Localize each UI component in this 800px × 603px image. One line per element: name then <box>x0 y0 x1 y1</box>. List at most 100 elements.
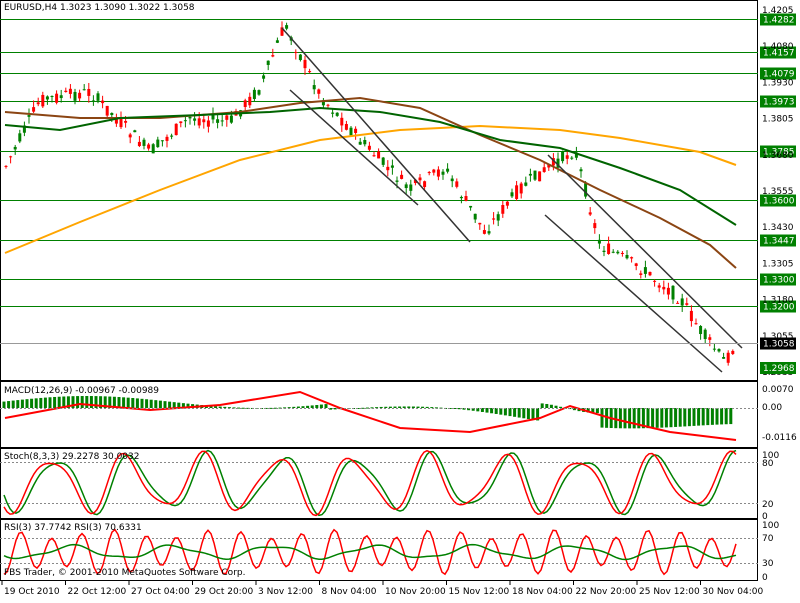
candle-body <box>482 230 486 234</box>
macd-bar <box>324 404 328 408</box>
macd-bar <box>122 397 126 408</box>
candle-body <box>570 157 574 159</box>
macd-bar <box>697 408 701 426</box>
stoch-label: Stoch(8,3,3) 29.2278 30.0032 <box>4 452 140 462</box>
price-tick: 1.3805 <box>762 115 794 125</box>
candle-body <box>372 155 376 157</box>
candle-body <box>257 90 261 95</box>
macd-bar <box>2 401 6 408</box>
macd-bar <box>407 406 411 408</box>
candle-body <box>400 174 404 179</box>
price-tick: 1.4080 <box>762 42 794 52</box>
candle-body <box>101 100 105 104</box>
candle-body <box>427 172 431 174</box>
candle-body <box>45 96 49 100</box>
candle-body <box>685 303 689 305</box>
candle-body <box>147 144 151 149</box>
rsi-tick: 100 <box>762 521 779 531</box>
macd-bar <box>398 406 402 408</box>
rsi-tick: 70 <box>762 534 774 544</box>
macd-bar <box>85 396 89 408</box>
macd-bar <box>513 408 517 417</box>
candle-body <box>133 130 137 133</box>
candle-body <box>91 100 95 102</box>
candle-body <box>105 105 109 116</box>
candle-body <box>73 91 77 101</box>
macd-bar <box>379 406 383 408</box>
macd-bar <box>632 408 636 429</box>
macd-bar <box>540 403 544 408</box>
candle-body <box>597 239 601 244</box>
chart-window[interactable]: 1.4282 1.4157 1.4079 1.3973 1.3785 1.3600 1.34… <box>0 0 800 600</box>
candle-body <box>676 302 680 304</box>
macd-bar <box>678 408 682 427</box>
candle-body <box>363 139 367 145</box>
macd-bar <box>729 408 733 425</box>
candle-body <box>515 185 519 199</box>
candle-body <box>202 119 206 123</box>
candle-body <box>331 112 335 114</box>
macd-bar <box>425 406 429 408</box>
level-label: 1.3447 <box>763 237 795 247</box>
candle-body <box>142 139 146 146</box>
candle-body <box>588 212 592 215</box>
candle-body <box>584 183 588 197</box>
candle-body <box>317 89 321 94</box>
candle-body <box>726 352 730 363</box>
macd-bar <box>674 408 678 427</box>
macd-bar <box>522 408 526 419</box>
macd-bar <box>39 397 43 408</box>
candle-body <box>607 243 611 254</box>
macd-bar <box>549 404 553 408</box>
macd-bar <box>715 408 719 425</box>
candle-body <box>505 201 509 206</box>
macd-bar <box>618 408 622 429</box>
candle-body <box>344 123 348 130</box>
candle-body <box>487 231 491 234</box>
macd-bar <box>628 408 632 429</box>
candle-body <box>27 115 31 117</box>
candle-body <box>308 71 312 73</box>
time-tick: 19 Oct 2010 <box>4 587 60 597</box>
macd-bar <box>646 408 650 429</box>
candle-body <box>510 192 514 197</box>
time-tick: 8 Nov 04:00 <box>322 587 377 597</box>
macd-bar <box>296 406 300 408</box>
macd-bar <box>402 406 406 408</box>
candle-body <box>404 184 408 189</box>
chart-canvas[interactable]: 1.42821.41571.40791.39731.37851.36001.34… <box>0 0 800 600</box>
candle-body <box>441 171 445 175</box>
candle-body <box>501 205 505 214</box>
candle-body <box>262 75 266 79</box>
candle-body <box>620 252 624 254</box>
candle-body <box>377 151 381 159</box>
time-tick: 30 Nov 04:00 <box>703 587 764 597</box>
candle-body <box>538 171 542 182</box>
candle-body <box>643 267 647 274</box>
macd-bar <box>375 407 379 409</box>
candle-body <box>464 196 468 201</box>
candle-body <box>18 133 22 142</box>
candle-body <box>450 178 454 182</box>
candle-body <box>459 196 463 199</box>
macd-bar <box>145 399 149 408</box>
candle-body <box>340 117 344 126</box>
candle-body <box>9 156 13 158</box>
candle-body <box>87 88 91 96</box>
stoch-tick: 20 <box>762 500 774 510</box>
candle-body <box>390 165 394 168</box>
time-tick: 29 Oct 20:00 <box>195 587 254 597</box>
candle-body <box>625 254 629 259</box>
level-label: 1.3300 <box>763 276 795 286</box>
macd-bar <box>306 405 310 408</box>
candle-body <box>59 95 63 99</box>
macd-tick: 0.0070 <box>762 385 794 395</box>
candle-body <box>533 170 537 180</box>
candle-body <box>657 285 661 288</box>
candle-body <box>473 213 477 220</box>
candle-body <box>602 250 606 252</box>
candle-body <box>128 134 132 138</box>
macd-bar <box>57 396 61 408</box>
candle-body <box>229 115 233 123</box>
time-tick: 15 Nov 12:00 <box>449 587 510 597</box>
